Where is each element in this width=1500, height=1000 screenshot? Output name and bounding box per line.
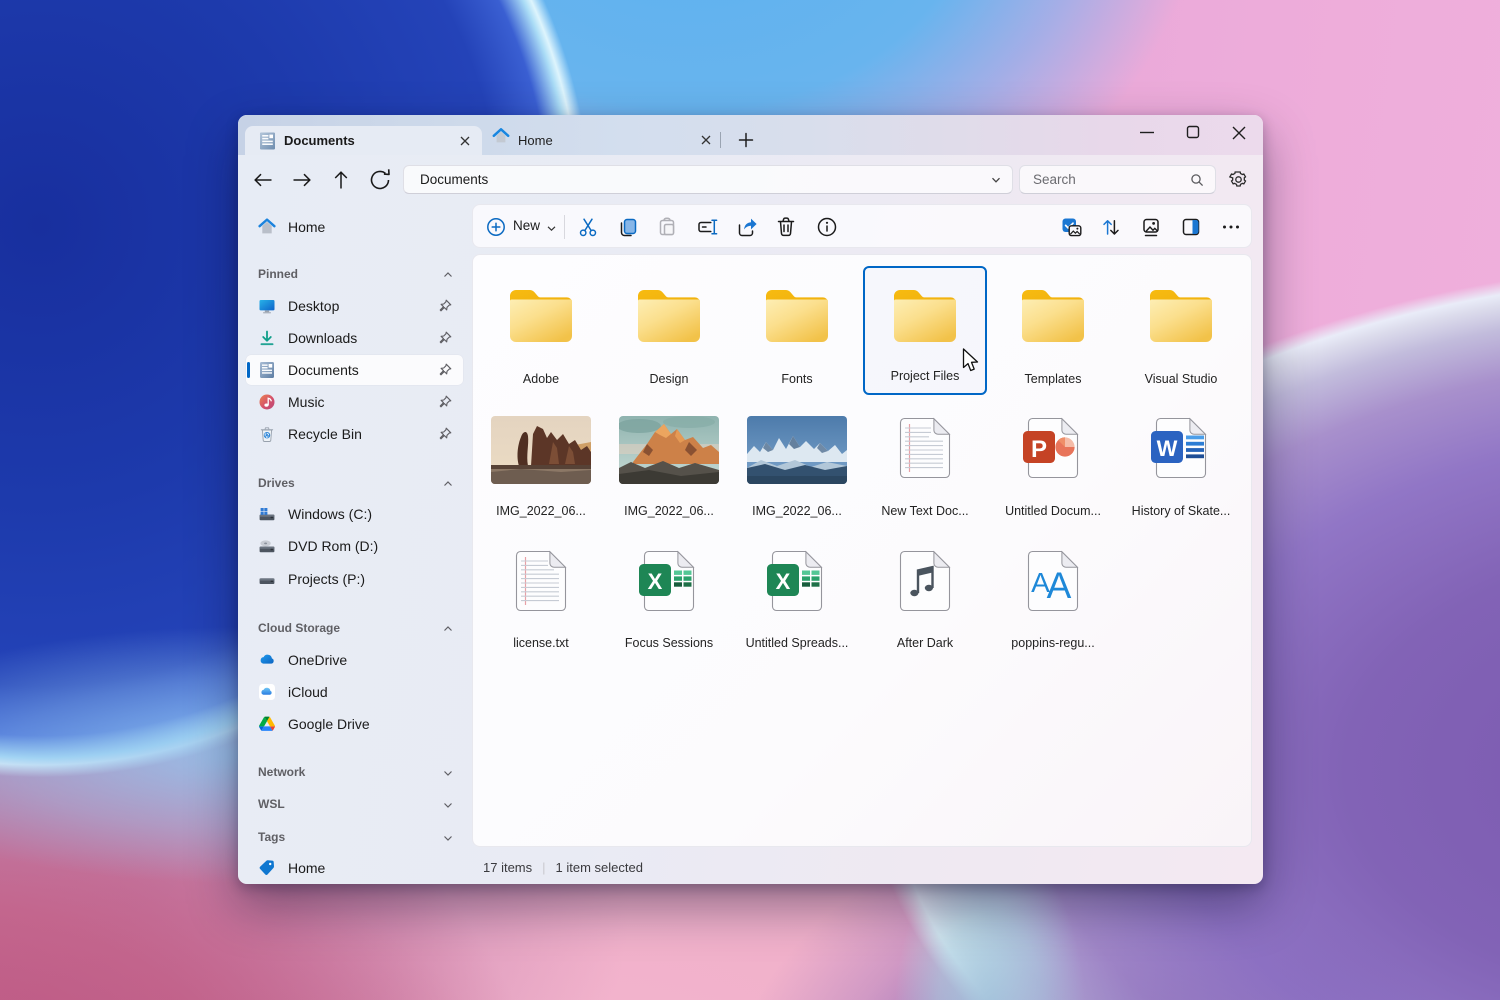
svg-text:P: P [1031,436,1047,463]
svg-text:A: A [1047,565,1072,606]
svg-text:X: X [648,569,663,594]
svg-text:X: X [776,569,791,594]
svg-text:W: W [1157,436,1178,461]
